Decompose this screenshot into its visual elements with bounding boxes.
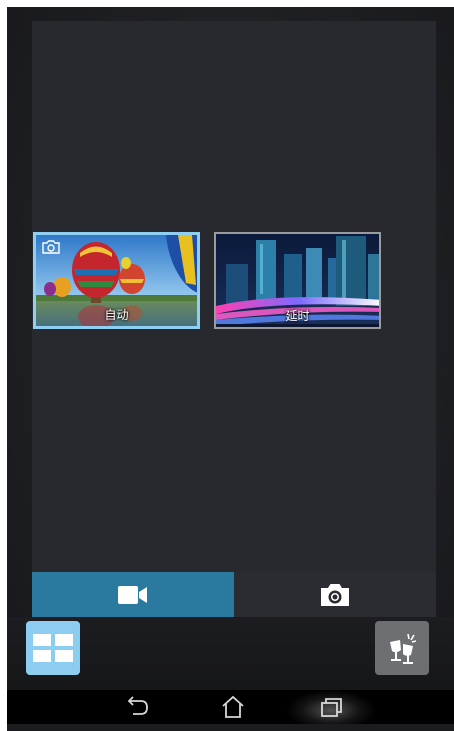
tab-video[interactable] [32, 572, 234, 617]
grid-icon [33, 634, 73, 662]
capture-mode-tabs [32, 572, 436, 617]
mode-grid-button[interactable] [26, 621, 80, 675]
video-camera-icon [118, 585, 147, 604]
tab-photo[interactable] [234, 572, 436, 617]
camera-icon [42, 240, 60, 254]
back-button[interactable] [125, 695, 151, 719]
effects-button[interactable] [375, 621, 429, 675]
mode-time-lapse-label: 延时 [285, 309, 310, 323]
effects-icon [390, 633, 417, 664]
mode-time-lapse[interactable]: 延时 [214, 232, 381, 329]
home-icon [222, 695, 244, 718]
home-button[interactable] [220, 695, 246, 719]
camera-mode-list: 自动 延时 [33, 232, 413, 336]
mode-auto-label: 自动 [104, 308, 129, 322]
back-icon [127, 696, 148, 715]
camera-icon [321, 583, 349, 606]
recent-apps-icon [321, 698, 342, 717]
system-nav-bar [7, 690, 454, 724]
mode-auto[interactable]: 自动 [33, 232, 200, 329]
recent-apps-button[interactable] [318, 695, 344, 719]
